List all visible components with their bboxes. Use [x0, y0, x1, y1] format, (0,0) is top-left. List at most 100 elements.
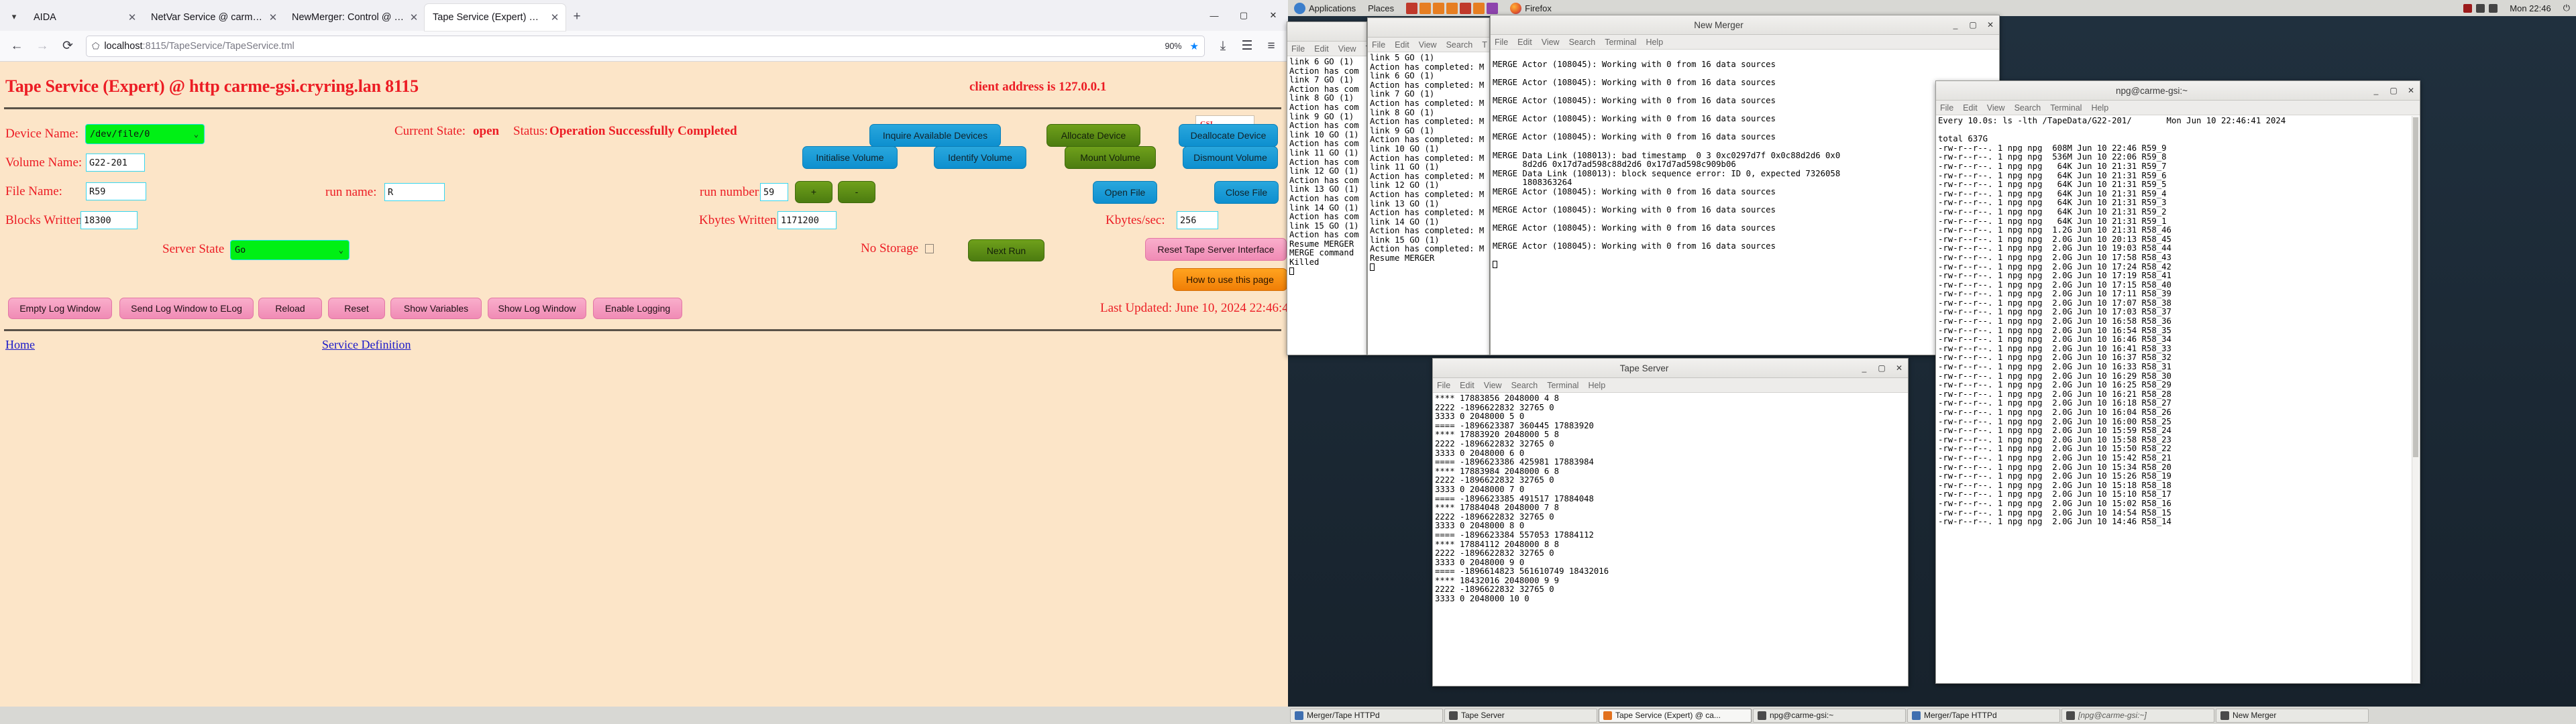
initialise-volume-button[interactable]: Initialise Volume: [802, 146, 898, 169]
browser-tab-1[interactable]: NetVar Service @ carme-gsi ✕: [143, 4, 284, 31]
mount-volume-button[interactable]: Mount Volume: [1065, 146, 1156, 169]
reload-icon[interactable]: ⟳: [56, 35, 79, 58]
run-number-decrement-button[interactable]: -: [838, 181, 875, 203]
taskbar-item-4[interactable]: Merger/Tape HTTPd: [1907, 709, 2060, 723]
menu-file[interactable]: File: [1495, 38, 1508, 47]
close-icon[interactable]: ✕: [2402, 86, 2420, 95]
dismount-volume-button[interactable]: Dismount Volume: [1183, 146, 1278, 169]
menu-file[interactable]: File: [1437, 381, 1450, 390]
identify-volume-button[interactable]: Identify Volume: [934, 146, 1026, 169]
menu-search[interactable]: Search: [2015, 103, 2041, 113]
service-definition-link[interactable]: Service Definition: [322, 338, 411, 352]
close-icon[interactable]: ✕: [1890, 363, 1908, 373]
maximize-icon[interactable]: ▢: [1964, 20, 1982, 29]
tab-close-icon[interactable]: ✕: [548, 11, 561, 23]
menu-view[interactable]: View: [1419, 40, 1437, 50]
menu-terminal[interactable]: Terminal: [1547, 381, 1578, 390]
close-icon[interactable]: ✕: [1258, 10, 1288, 21]
taskbar-item-3[interactable]: npg@carme-gsi:~: [1753, 709, 1906, 723]
minimize-icon[interactable]: —: [1199, 11, 1229, 21]
menu-edit[interactable]: Edit: [1395, 40, 1409, 50]
window-icon-7[interactable]: [1487, 3, 1498, 14]
new-tab-button[interactable]: +: [566, 6, 588, 29]
deallocate-device-button[interactable]: Deallocate Device: [1179, 124, 1278, 147]
menu-search[interactable]: Search: [1511, 381, 1538, 390]
menu-view[interactable]: View: [1484, 381, 1502, 390]
menu-search[interactable]: Search: [1569, 38, 1596, 47]
run-number-input[interactable]: 59: [760, 183, 788, 201]
browser-tab-0[interactable]: AIDA ✕: [25, 4, 143, 31]
run-number-increment-button[interactable]: +: [795, 181, 833, 203]
window-icon-1[interactable]: [1406, 3, 1417, 14]
tab-close-icon[interactable]: ✕: [125, 11, 139, 23]
downloads-icon[interactable]: ⤓: [1212, 35, 1234, 58]
menu-search[interactable]: Search: [1446, 40, 1473, 50]
account-icon[interactable]: ☰: [1236, 35, 1258, 58]
menu-terminal[interactable]: Terminal: [2050, 103, 2082, 113]
enable-logging-button[interactable]: Enable Logging: [593, 298, 682, 319]
app-menu-icon[interactable]: ≡: [1260, 35, 1283, 58]
taskbar-item-1[interactable]: Tape Server: [1444, 709, 1597, 723]
minimize-icon[interactable]: _: [2367, 86, 2385, 95]
window-icon-6[interactable]: [1473, 3, 1485, 14]
no-storage-checkbox[interactable]: [925, 244, 934, 253]
next-run-button[interactable]: Next Run: [968, 239, 1044, 261]
open-file-button[interactable]: Open File: [1093, 181, 1157, 204]
how-to-use-this-page-button[interactable]: How to use this page: [1173, 268, 1287, 291]
npg-terminal-window[interactable]: npg@carme-gsi:~ _ ▢ ✕ File Edit View Sea…: [1935, 80, 2420, 684]
address-bar[interactable]: ⬠ 🗋 localhost:8115/TapeService/TapeServi…: [86, 36, 1205, 57]
menu-edit[interactable]: Edit: [1517, 38, 1532, 47]
send-log-to-elog-button[interactable]: Send Log Window to ELog: [119, 298, 254, 319]
close-file-button[interactable]: Close File: [1214, 181, 1279, 204]
device-name-select[interactable]: /dev/file/0 ⌄: [85, 124, 205, 144]
maximize-icon[interactable]: ▢: [1873, 363, 1890, 373]
taskbar-item-5[interactable]: [npg@carme-gsi:~]: [2061, 709, 2214, 723]
titlebar[interactable]: npg@carme-gsi:~ _ ▢ ✕: [1936, 81, 2420, 101]
browser-tab-2[interactable]: NewMerger: Control @ carme ✕: [284, 4, 425, 31]
allocate-device-button[interactable]: Allocate Device: [1046, 124, 1140, 147]
battery-icon[interactable]: [2489, 4, 2498, 13]
kbytes-sec-input[interactable]: 256: [1177, 211, 1218, 229]
new-merger-window[interactable]: New Merger _ ▢ ✕ File Edit View Search T…: [1490, 15, 2000, 355]
window-icon-4[interactable]: [1446, 3, 1458, 14]
show-log-window-button[interactable]: Show Log Window: [488, 298, 586, 319]
applications-menu[interactable]: Applications: [1288, 0, 1362, 16]
menu-view[interactable]: View: [1542, 38, 1560, 47]
tab-close-icon[interactable]: ✕: [407, 11, 421, 23]
menu-edit[interactable]: Edit: [1963, 103, 1978, 113]
clock[interactable]: Mon 22:46: [2504, 0, 2557, 16]
menu-view[interactable]: View: [1987, 103, 2005, 113]
menu-file[interactable]: File: [1291, 44, 1305, 54]
titlebar[interactable]: New Merger _ ▢ ✕: [1491, 15, 1999, 35]
forward-icon[interactable]: →: [31, 35, 54, 58]
menu-help[interactable]: Help: [2091, 103, 2108, 113]
close-icon[interactable]: ✕: [1982, 20, 1999, 29]
merger-terminal-back-2[interactable]: File Edit View Search T link 5 GO (1) Ac…: [1367, 17, 1490, 355]
menu-help[interactable]: Help: [1646, 38, 1663, 47]
menu-view[interactable]: View: [1338, 44, 1356, 54]
menu-terminal[interactable]: T: [1482, 40, 1487, 50]
show-variables-button[interactable]: Show Variables: [390, 298, 482, 319]
power-icon[interactable]: ⏻: [2557, 0, 2576, 16]
file-name-input[interactable]: R59: [86, 182, 146, 200]
bookmark-star-icon[interactable]: ★: [1190, 40, 1199, 52]
taskbar-item-6[interactable]: New Merger: [2216, 709, 2369, 723]
maximize-icon[interactable]: ▢: [1229, 10, 1258, 21]
menu-terminal[interactable]: Terminal: [1605, 38, 1636, 47]
home-link[interactable]: Home: [5, 338, 35, 352]
menu-file[interactable]: File: [1940, 103, 1953, 113]
zoom-level[interactable]: 90%: [1162, 42, 1185, 51]
volume-icon[interactable]: [2476, 4, 2485, 13]
minimize-icon[interactable]: _: [1947, 20, 1964, 29]
scrollbar-thumb[interactable]: [2413, 117, 2418, 457]
firefox-panel-button[interactable]: Firefox: [1504, 0, 1558, 16]
titlebar[interactable]: Tape Server _ ▢ ✕: [1433, 359, 1908, 378]
titlebar[interactable]: [1368, 18, 1489, 38]
menu-file[interactable]: File: [1372, 40, 1385, 50]
menu-edit[interactable]: Edit: [1460, 381, 1474, 390]
menu-edit[interactable]: Edit: [1314, 44, 1329, 54]
taskbar-item-0[interactable]: Merger/Tape HTTPd: [1290, 709, 1443, 723]
reload-button[interactable]: Reload: [258, 298, 322, 319]
menu-help[interactable]: Help: [1588, 381, 1605, 390]
titlebar[interactable]: [1287, 22, 1366, 42]
